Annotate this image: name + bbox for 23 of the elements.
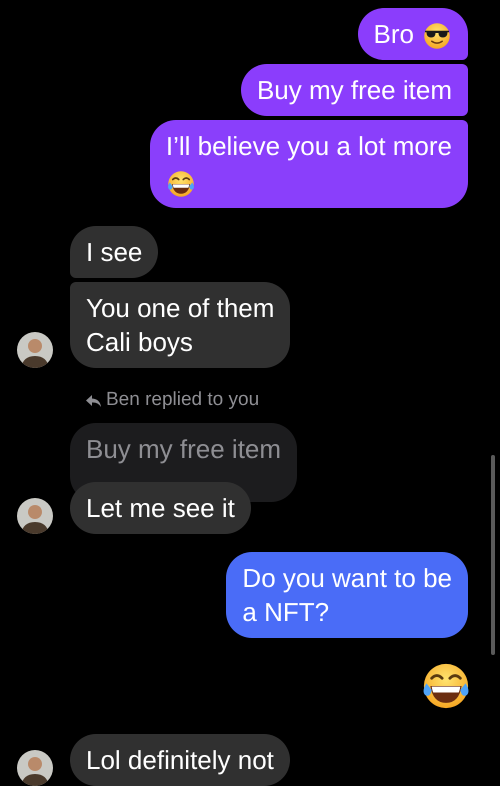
message-bubble[interactable]: I’ll believe you a lot more <box>150 120 468 208</box>
avatar[interactable] <box>17 332 53 368</box>
message-bubble[interactable]: Buy my free item <box>240 64 468 116</box>
avatar[interactable] <box>17 750 53 786</box>
message-bubble[interactable]: I see <box>70 226 158 278</box>
message-bubble[interactable]: You one of them Cali boys <box>70 282 290 368</box>
message-text: You one of them Cali boys <box>86 293 274 358</box>
message-bubble[interactable]: Do you want to be a NFT? <box>226 552 468 638</box>
message-text: Lol definitely not <box>86 744 274 775</box>
message-text: I see <box>86 237 142 268</box>
message-text: Buy my free item <box>256 75 452 106</box>
message-bubble[interactable]: Lol definitely not <box>70 734 290 786</box>
message-bubble[interactable]: Bro <box>358 8 468 60</box>
sunglasses-face-icon <box>422 21 452 52</box>
message-text: Bro <box>374 19 414 49</box>
scrollbar[interactable] <box>491 455 495 655</box>
message-text: I’ll believe you a lot more <box>166 131 452 162</box>
avatar[interactable] <box>17 498 53 534</box>
message-bubble[interactable]: Let me see it <box>70 482 251 534</box>
laughing-face-icon <box>166 169 196 200</box>
reply-label-text: Ben replied to you <box>106 388 260 412</box>
message-text: Do you want to be a NFT? <box>242 562 452 627</box>
reply-arrow-icon <box>86 394 102 408</box>
